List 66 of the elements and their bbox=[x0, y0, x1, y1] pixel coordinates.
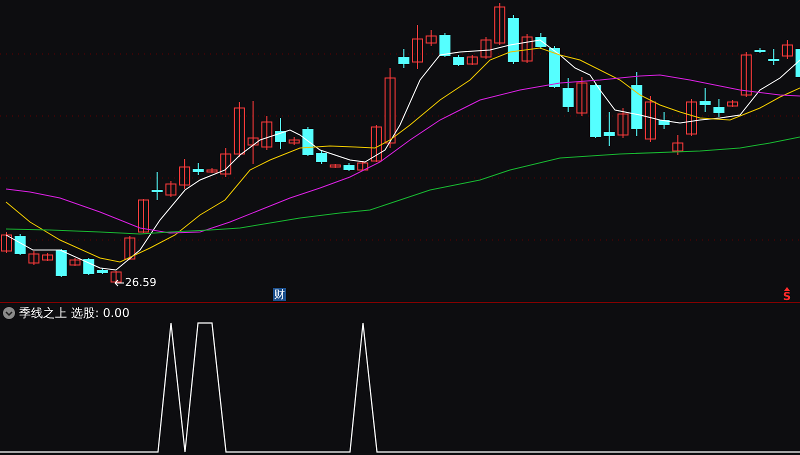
candlestick bbox=[138, 198, 149, 234]
candlestick bbox=[740, 52, 752, 98]
candlestick bbox=[700, 88, 711, 112]
candlestick bbox=[330, 164, 341, 168]
candlestick bbox=[672, 134, 684, 156]
candlestick bbox=[110, 270, 122, 284]
candlestick bbox=[370, 124, 382, 162]
candlestick bbox=[644, 96, 656, 142]
finance-marker[interactable]: 财 bbox=[273, 288, 286, 301]
candlestick bbox=[70, 258, 80, 266]
candlestick bbox=[590, 82, 602, 138]
candlestick bbox=[618, 108, 628, 138]
candlestick bbox=[357, 160, 368, 172]
up-triangle-icon bbox=[784, 287, 790, 291]
candlestick bbox=[604, 112, 615, 146]
candlestick bbox=[412, 24, 423, 70]
chevron-down-icon[interactable] bbox=[3, 307, 15, 319]
candlestick bbox=[713, 98, 724, 118]
candlestick bbox=[206, 168, 218, 174]
candlestick bbox=[220, 148, 232, 178]
candlestick bbox=[453, 54, 464, 66]
candlestick bbox=[302, 126, 314, 156]
candlestick bbox=[439, 32, 450, 58]
signal-marker: S bbox=[783, 291, 791, 302]
candlestick bbox=[28, 250, 40, 266]
candlestick bbox=[727, 100, 738, 108]
candlestick bbox=[192, 162, 204, 176]
candlestick bbox=[261, 116, 272, 150]
low-price-label: 26.59 bbox=[125, 276, 156, 290]
candlestick bbox=[152, 172, 163, 200]
candlestick bbox=[42, 252, 54, 262]
candlestick bbox=[275, 118, 286, 150]
candlestick bbox=[782, 40, 793, 60]
candlestick bbox=[535, 32, 546, 50]
candlestick bbox=[179, 158, 190, 190]
candlestick bbox=[466, 54, 478, 66]
candlestick bbox=[1, 232, 12, 254]
candlestick bbox=[234, 102, 245, 158]
candlestick bbox=[83, 258, 94, 276]
candlestick bbox=[14, 234, 26, 256]
candlestick bbox=[124, 236, 136, 260]
candlestick bbox=[686, 98, 697, 136]
candlestick bbox=[754, 48, 766, 54]
indicator-reading: 选股: 0.00 bbox=[71, 305, 130, 321]
left-arrow-icon bbox=[114, 279, 124, 287]
candlestick bbox=[768, 48, 780, 66]
candlestick bbox=[248, 100, 259, 164]
indicator-title: 季线之上 bbox=[19, 305, 67, 321]
candlestick bbox=[398, 48, 410, 68]
candlestick bbox=[426, 30, 437, 46]
candlestick bbox=[165, 180, 176, 198]
candlestick bbox=[508, 14, 519, 64]
candlestick bbox=[562, 78, 574, 112]
candlestick bbox=[796, 49, 800, 77]
candlestick bbox=[344, 162, 354, 172]
candlestick bbox=[549, 46, 560, 88]
candlestick bbox=[96, 268, 108, 274]
candlestick bbox=[576, 76, 588, 116]
candlestick bbox=[631, 72, 642, 136]
candlestick bbox=[288, 136, 300, 146]
candlestick bbox=[658, 112, 670, 130]
candlestick bbox=[494, 2, 506, 46]
candlestick bbox=[316, 150, 328, 164]
candlestick bbox=[56, 248, 67, 278]
candlestick bbox=[522, 34, 533, 64]
candlestick bbox=[480, 36, 492, 60]
